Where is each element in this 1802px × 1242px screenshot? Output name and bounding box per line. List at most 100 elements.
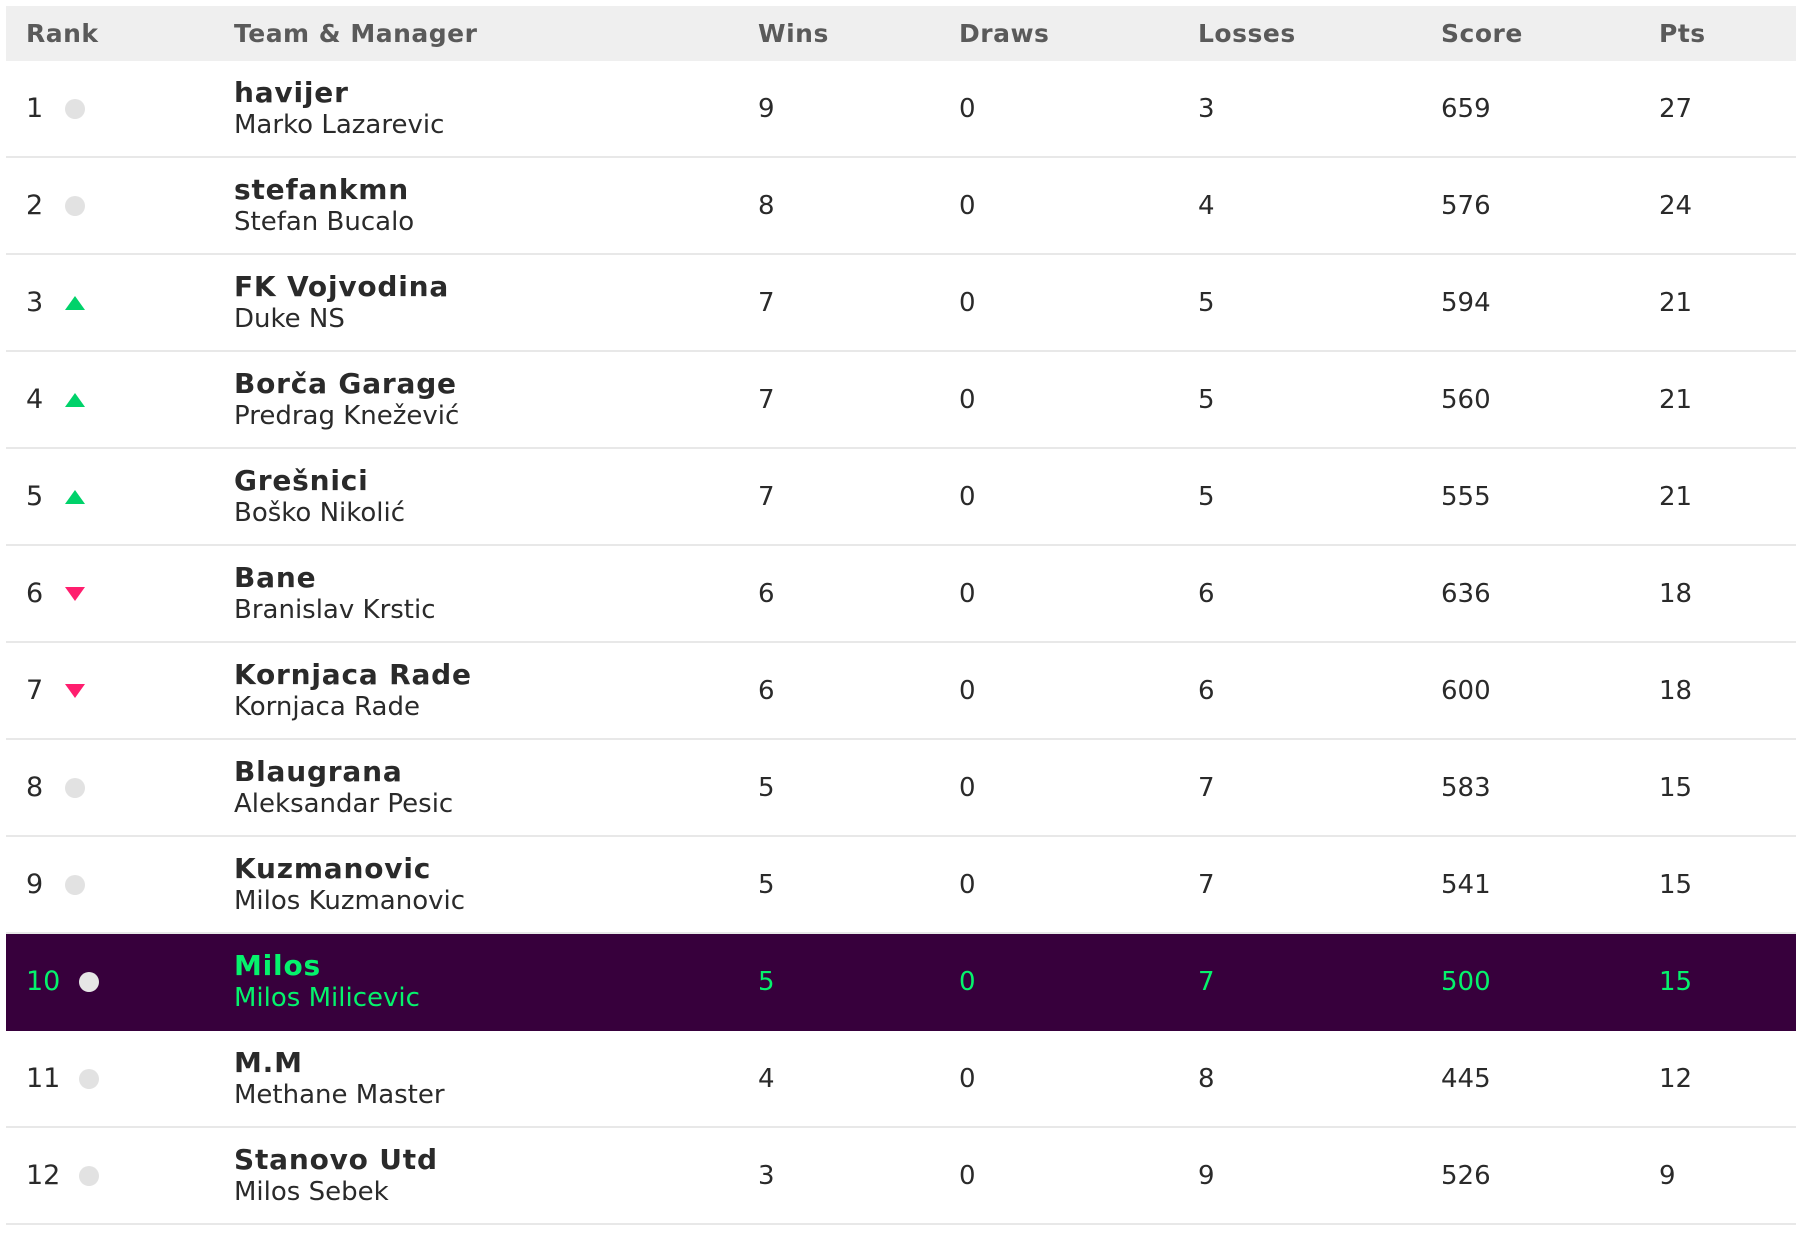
rank-number: 8: [26, 772, 44, 803]
rank-cell: 11: [6, 1063, 234, 1094]
team-name-link[interactable]: Blaugrana: [234, 755, 758, 788]
table-body: 1 havijer Marko Lazarevic 9 0 3 659 27 2 stefankm…: [6, 61, 1796, 1225]
draws-value: 0: [959, 287, 976, 318]
team-manager-cell: M.M Methane Master: [234, 1046, 758, 1111]
rank-down-icon: [64, 583, 86, 605]
team-manager-cell: Borča Garage Predrag Knežević: [234, 367, 758, 432]
points-value: 27: [1659, 93, 1693, 124]
draws-value: 0: [959, 772, 976, 803]
points-value: 15: [1659, 869, 1693, 900]
score-value: 500: [1441, 966, 1491, 997]
draws-value: 0: [959, 966, 976, 997]
points-value: 18: [1659, 675, 1693, 706]
table-row[interactable]: 5 Grešnici Boško Nikolić 7 0 5 555 21: [6, 449, 1796, 546]
table-row[interactable]: 8 Blaugrana Aleksandar Pesic 5 0 7 583 15: [6, 740, 1796, 837]
manager-name: Kornjaca Rade: [234, 691, 420, 722]
rank-number: 7: [26, 675, 44, 706]
team-manager-cell: FK Vojvodina Duke NS: [234, 270, 758, 335]
team-name-link[interactable]: Grešnici: [234, 464, 758, 497]
points-value: 15: [1659, 966, 1693, 997]
rank-unchanged-icon: [64, 195, 86, 217]
losses-value: 5: [1198, 481, 1215, 512]
header-wins[interactable]: Wins: [758, 19, 959, 48]
table-row[interactable]: 11 M.M Methane Master 4 0 8 445 12: [6, 1031, 1796, 1128]
draws-value: 0: [959, 1160, 976, 1191]
table-row-current-user[interactable]: 10 Milos Milos Milicevic 5 0 7 500 15: [6, 934, 1796, 1031]
header-score[interactable]: Score: [1441, 19, 1659, 48]
wins-value: 5: [758, 869, 775, 900]
score-value: 659: [1441, 93, 1491, 124]
rank-cell: 9: [6, 869, 234, 900]
team-name-link[interactable]: Stanovo Utd: [234, 1143, 758, 1176]
team-name-link[interactable]: Milos: [234, 949, 758, 982]
manager-name: Marko Lazarevic: [234, 109, 445, 140]
team-manager-cell: Kornjaca Rade Kornjaca Rade: [234, 658, 758, 723]
header-pts[interactable]: Pts: [1659, 19, 1796, 48]
table-row[interactable]: 3 FK Vojvodina Duke NS 7 0 5 594 21: [6, 255, 1796, 352]
points-value: 21: [1659, 384, 1693, 415]
manager-name: Aleksandar Pesic: [234, 788, 454, 819]
draws-value: 0: [959, 190, 976, 221]
wins-value: 9: [758, 93, 775, 124]
rank-unchanged-icon: [78, 971, 100, 993]
wins-value: 5: [758, 966, 775, 997]
header-rank[interactable]: Rank: [6, 19, 234, 48]
manager-name: Stefan Bucalo: [234, 206, 415, 237]
team-manager-cell: stefankmn Stefan Bucalo: [234, 173, 758, 238]
header-team-manager[interactable]: Team & Manager: [234, 19, 758, 48]
rank-number: 4: [26, 384, 44, 415]
points-value: 12: [1659, 1063, 1693, 1094]
table-row[interactable]: 4 Borča Garage Predrag Knežević 7 0 5 560 21: [6, 352, 1796, 449]
rank-number: 6: [26, 578, 44, 609]
team-name-link[interactable]: havijer: [234, 76, 758, 109]
rank-unchanged-icon: [64, 874, 86, 896]
draws-value: 0: [959, 1063, 976, 1094]
points-value: 21: [1659, 287, 1693, 318]
table-row[interactable]: 2 stefankmn Stefan Bucalo 8 0 4 576 24: [6, 158, 1796, 255]
header-losses[interactable]: Losses: [1198, 19, 1441, 48]
rank-up-icon: [64, 292, 86, 314]
manager-name: Methane Master: [234, 1079, 445, 1110]
team-name-link[interactable]: M.M: [234, 1046, 758, 1079]
losses-value: 5: [1198, 384, 1215, 415]
wins-value: 7: [758, 481, 775, 512]
score-value: 445: [1441, 1063, 1491, 1094]
team-manager-cell: Stanovo Utd Milos Sebek: [234, 1143, 758, 1208]
team-name-link[interactable]: Kornjaca Rade: [234, 658, 758, 691]
table-row[interactable]: 12 Stanovo Utd Milos Sebek 3 0 9 526 9: [6, 1128, 1796, 1225]
score-value: 576: [1441, 190, 1491, 221]
rank-cell: 7: [6, 675, 234, 706]
manager-name: Duke NS: [234, 303, 345, 334]
team-manager-cell: Kuzmanovic Milos Kuzmanovic: [234, 852, 758, 917]
draws-value: 0: [959, 93, 976, 124]
league-standings-table: Rank Team & Manager Wins Draws Losses Sc…: [6, 6, 1796, 1225]
losses-value: 7: [1198, 772, 1215, 803]
team-name-link[interactable]: FK Vojvodina: [234, 270, 758, 303]
header-draws[interactable]: Draws: [959, 19, 1198, 48]
rank-number: 11: [26, 1063, 61, 1094]
team-manager-cell: Milos Milos Milicevic: [234, 949, 758, 1014]
rank-number: 9: [26, 869, 44, 900]
table-row[interactable]: 7 Kornjaca Rade Kornjaca Rade 6 0 6 600 18: [6, 643, 1796, 740]
table-row[interactable]: 6 Bane Branislav Krstic 6 0 6 636 18: [6, 546, 1796, 643]
wins-value: 3: [758, 1160, 775, 1191]
rank-unchanged-icon: [78, 1068, 100, 1090]
team-name-link[interactable]: Borča Garage: [234, 367, 758, 400]
score-value: 636: [1441, 578, 1491, 609]
rank-cell: 6: [6, 578, 234, 609]
table-row[interactable]: 1 havijer Marko Lazarevic 9 0 3 659 27: [6, 61, 1796, 158]
rank-cell: 2: [6, 190, 234, 221]
team-name-link[interactable]: Bane: [234, 561, 758, 594]
wins-value: 5: [758, 772, 775, 803]
rank-number: 1: [26, 93, 44, 124]
team-name-link[interactable]: stefankmn: [234, 173, 758, 206]
rank-cell: 8: [6, 772, 234, 803]
rank-cell: 12: [6, 1160, 234, 1191]
draws-value: 0: [959, 675, 976, 706]
rank-up-icon: [64, 486, 86, 508]
table-row[interactable]: 9 Kuzmanovic Milos Kuzmanovic 5 0 7 541 15: [6, 837, 1796, 934]
manager-name: Boško Nikolić: [234, 497, 406, 528]
team-name-link[interactable]: Kuzmanovic: [234, 852, 758, 885]
rank-unchanged-icon: [64, 98, 86, 120]
draws-value: 0: [959, 384, 976, 415]
